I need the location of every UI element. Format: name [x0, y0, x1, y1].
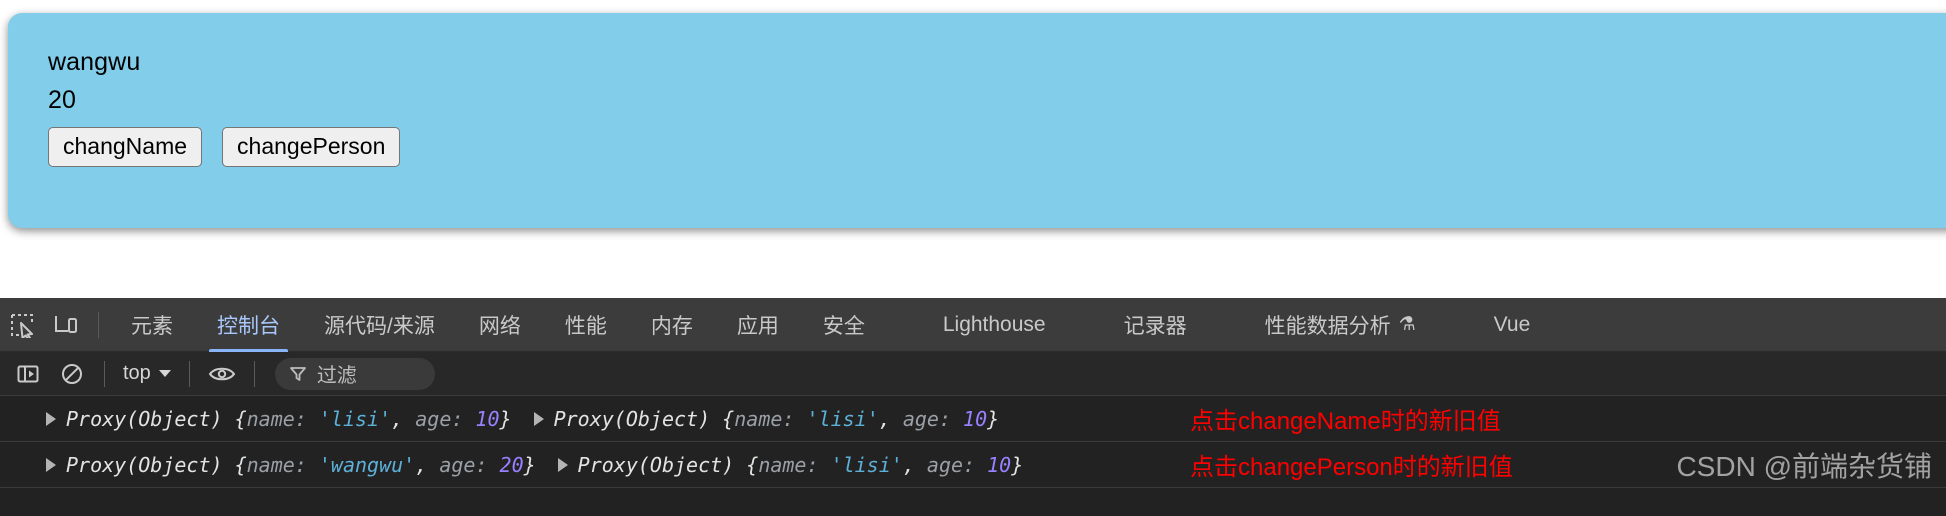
name-value: 'lisi'	[830, 452, 903, 477]
clear-console-icon[interactable]	[50, 355, 94, 393]
tab-label: Lighthouse	[942, 312, 1046, 336]
name-key: name:	[246, 452, 319, 477]
brace-open: {	[710, 406, 735, 431]
tab-memory[interactable]: 内存	[629, 298, 715, 352]
brace-close: }	[499, 406, 512, 431]
toolbar-divider-1	[104, 360, 105, 387]
brace-open: {	[222, 406, 247, 431]
brace-close: }	[987, 406, 1000, 431]
annotation-change-person: 点击changePerson时的新旧值	[1190, 454, 1513, 481]
tab-label: 控制台	[217, 314, 280, 338]
comma: ,	[391, 406, 416, 431]
console-message-list: Proxy(Object) {name: 'lisi', age: 10} Pr…	[0, 396, 1946, 488]
devtools-panel: 元素 控制台 源代码/来源 网络 性能 内存 应用 安全 Lighthouse …	[0, 298, 1946, 516]
age-key: age:	[926, 452, 988, 477]
name-value: 'lisi'	[318, 406, 392, 431]
tab-network[interactable]: 网络	[457, 298, 543, 352]
object-ctor: Proxy(Object)	[577, 452, 735, 477]
device-toolbar-icon[interactable]	[44, 306, 88, 344]
person-age-text: 20	[48, 86, 77, 114]
tab-label: 记录器	[1123, 314, 1187, 338]
tab-label: Vue	[1493, 312, 1531, 336]
brace-open: {	[734, 452, 759, 477]
flask-icon: ⚗	[1398, 314, 1416, 335]
annotation-change-name: 点击changeName时的新旧值	[1190, 408, 1501, 435]
filter-placeholder: 过滤	[316, 365, 357, 387]
expand-arrow-icon[interactable]	[533, 411, 544, 426]
tab-recorder[interactable]: 记录器	[1102, 298, 1209, 352]
toolbar-divider-3	[253, 360, 255, 387]
tab-security[interactable]: 安全	[801, 298, 887, 352]
change-person-button[interactable]: changePerson	[222, 127, 401, 167]
tab-label: 源代码/来源	[324, 314, 435, 338]
tab-performance[interactable]: 性能	[543, 298, 629, 352]
log-object-1: Proxy(Object) {name: 'lisi', age: 10}	[46, 407, 512, 431]
devtools-tabbar: 元素 控制台 源代码/来源 网络 性能 内存 应用 安全 Lighthouse …	[0, 298, 1946, 352]
name-value: 'wangwu'	[318, 452, 416, 477]
inspect-element-icon[interactable]	[0, 306, 44, 344]
expand-arrow-icon[interactable]	[46, 457, 56, 472]
console-message-row[interactable]: Proxy(Object) {name: 'wangwu', age: 20} …	[0, 442, 1946, 488]
filter-input[interactable]: 过滤	[274, 357, 435, 390]
age-value: 10	[475, 406, 500, 431]
csdn-watermark: CSDN @前端杂货铺	[1676, 450, 1932, 482]
console-toolbar: top 过滤	[0, 352, 1946, 396]
tabbar-divider	[98, 311, 99, 338]
name-value: 'lisi'	[806, 406, 879, 431]
object-ctor: Proxy(Object)	[66, 452, 223, 477]
log-object-2: Proxy(Object) {name: 'lisi', age: 10}	[533, 406, 1000, 431]
log-object-1: Proxy(Object) {name: 'wangwu', age: 20}	[46, 453, 536, 477]
age-key: age:	[439, 452, 500, 477]
tab-label: 内存	[650, 314, 693, 338]
age-key: age:	[415, 406, 476, 431]
name-key: name:	[734, 406, 807, 431]
log-object-2: Proxy(Object) {name: 'lisi', age: 10}	[557, 452, 1024, 477]
name-key: name:	[758, 452, 831, 477]
console-message-row[interactable]: Proxy(Object) {name: 'lisi', age: 10} Pr…	[0, 396, 1946, 442]
app-button-row: changName changePerson	[48, 127, 1946, 167]
object-ctor: Proxy(Object)	[553, 406, 711, 431]
chang-name-button[interactable]: changName	[48, 127, 203, 167]
tab-sources[interactable]: 源代码/来源	[302, 298, 457, 352]
tab-console[interactable]: 控制台	[195, 298, 302, 352]
tab-vue[interactable]: Vue	[1472, 298, 1553, 352]
brace-open: {	[222, 452, 247, 477]
comma: ,	[415, 452, 440, 477]
live-expression-icon[interactable]	[200, 355, 244, 393]
age-value: 10	[987, 452, 1012, 477]
brace-close: }	[523, 452, 536, 477]
tab-label: 性能数据分析	[1264, 314, 1391, 338]
app-card-content: wangwu 20 changName changePerson	[8, 13, 1946, 167]
age-value: 20	[499, 452, 524, 477]
person-name-text: wangwu	[48, 48, 141, 76]
screenshot-root: wangwu 20 changName changePerson 元素 控制台 …	[0, 0, 1946, 516]
tab-label: 网络	[478, 314, 521, 338]
tab-label: 安全	[822, 314, 865, 338]
expand-arrow-icon[interactable]	[557, 457, 568, 472]
tab-performance-insights[interactable]: 性能数据分析 ⚗	[1243, 298, 1438, 352]
console-sidebar-icon[interactable]	[6, 355, 50, 393]
age-key: age:	[902, 406, 964, 431]
browser-viewport: wangwu 20 changName changePerson	[0, 0, 1946, 298]
comma: ,	[878, 406, 903, 431]
chevron-down-icon	[158, 370, 171, 377]
brace-close: }	[1011, 452, 1024, 477]
execution-context-select[interactable]: top	[115, 362, 179, 385]
tab-label: 元素	[131, 314, 173, 338]
tab-label: 性能	[564, 314, 607, 338]
tab-elements[interactable]: 元素	[109, 298, 195, 352]
tab-label: 应用	[736, 314, 779, 338]
filter-icon	[289, 366, 306, 381]
age-value: 10	[963, 406, 988, 431]
tab-lighthouse[interactable]: Lighthouse	[921, 298, 1068, 352]
tab-application[interactable]: 应用	[715, 298, 801, 352]
comma: ,	[902, 452, 927, 477]
expand-arrow-icon[interactable]	[46, 411, 56, 426]
app-card: wangwu 20 changName changePerson	[8, 13, 1946, 228]
name-key: name:	[246, 406, 319, 431]
toolbar-divider-2	[188, 360, 190, 387]
object-ctor: Proxy(Object)	[66, 406, 223, 431]
execution-context-value: top	[123, 362, 151, 384]
